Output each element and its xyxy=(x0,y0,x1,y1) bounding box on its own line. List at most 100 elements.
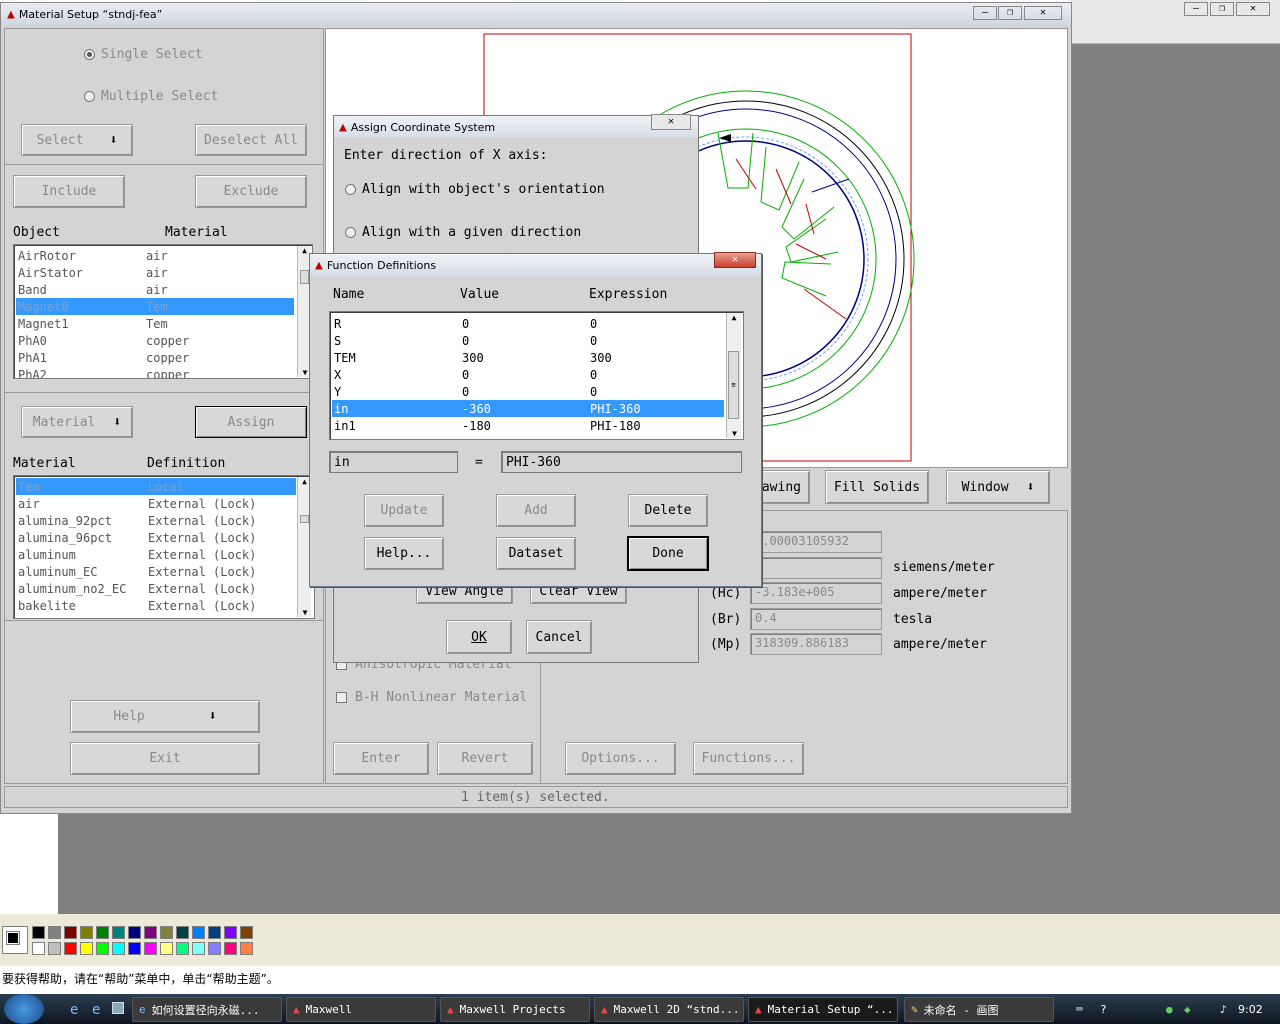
material-list-row[interactable]: aluminum_no2_EC External (Lock) xyxy=(16,580,296,597)
material-list-row[interactable]: bakelite External (Lock) xyxy=(16,597,296,614)
done-button[interactable]: Done xyxy=(627,536,709,571)
desktop-quicklaunch-icon[interactable] xyxy=(112,1002,124,1014)
assign-cs-close-icon[interactable]: ✕ xyxy=(651,114,691,130)
palette-swatch[interactable] xyxy=(192,942,205,955)
window-dropdown-button[interactable]: Window ⬇ xyxy=(946,470,1050,504)
minimize-icon[interactable]: — xyxy=(1184,2,1208,16)
material-list[interactable]: Tem Local air External (Lock) alumina_92pct E… xyxy=(13,475,315,619)
help-icon[interactable]: ? xyxy=(1100,1003,1107,1016)
palette-swatch[interactable] xyxy=(96,926,109,939)
main-minimize-icon[interactable]: — xyxy=(973,6,997,20)
palette-swatch[interactable] xyxy=(160,926,173,939)
taskbar-item[interactable]: ▲ Material Setup “... xyxy=(748,997,898,1022)
options-button[interactable]: Options... xyxy=(565,742,676,775)
function-row[interactable]: R 0 0 xyxy=(332,315,724,332)
ie2-quicklaunch-icon[interactable]: e xyxy=(92,1002,100,1018)
main-restore-icon[interactable]: ❐ xyxy=(998,6,1022,20)
close-icon[interactable]: ✕ xyxy=(1236,2,1270,16)
palette-swatch[interactable] xyxy=(144,926,157,939)
prop-value-br[interactable]: 0.4 xyxy=(750,608,882,630)
palette-swatch[interactable] xyxy=(224,926,237,939)
object-list-row[interactable]: PhA1 copper xyxy=(16,349,294,366)
palette-swatch[interactable] xyxy=(192,926,205,939)
add-button[interactable]: Add xyxy=(496,494,576,527)
material-list-row[interactable]: Tem Local xyxy=(16,478,296,495)
func-defs-close-icon[interactable]: ✕ xyxy=(714,252,756,268)
object-list-row[interactable]: Band air xyxy=(16,281,294,298)
function-name-input[interactable]: in xyxy=(329,451,458,473)
exit-button[interactable]: Exit xyxy=(70,742,260,775)
start-button[interactable] xyxy=(4,994,44,1024)
cancel-button[interactable]: Cancel xyxy=(526,620,592,654)
palette-swatch[interactable] xyxy=(64,926,77,939)
single-select-radio[interactable]: Single Select xyxy=(84,47,203,62)
object-list-row[interactable]: Magnet1 Tem xyxy=(16,315,294,332)
material-list-row[interactable]: air External (Lock) xyxy=(16,495,296,512)
palette-swatch[interactable] xyxy=(144,942,157,955)
multiple-select-radio[interactable]: Multiple Select xyxy=(84,89,218,104)
object-list[interactable]: AirRotor air AirStator air Band air Magnet0 Tem… xyxy=(13,244,313,379)
function-list-scrollbar[interactable]: ▲ ≡ ▼ xyxy=(726,313,741,438)
taskbar-item[interactable]: ✎ 未命名 - 画图 xyxy=(904,997,1054,1022)
update-button[interactable]: Update xyxy=(364,494,444,527)
palette-swatch[interactable] xyxy=(224,942,237,955)
function-row[interactable]: X 0 0 xyxy=(332,366,724,383)
delete-button[interactable]: Delete xyxy=(628,494,708,527)
prop-value-hc[interactable]: -3.183e+005 xyxy=(750,582,882,604)
material-dropdown-button[interactable]: Material ⬇ xyxy=(21,406,133,438)
function-expression-input[interactable]: PHI-360 xyxy=(501,451,742,473)
ie-quicklaunch-icon[interactable]: e xyxy=(70,1002,78,1018)
include-button[interactable]: Include xyxy=(13,175,125,208)
palette-swatch[interactable] xyxy=(128,942,141,955)
material-list-row[interactable]: aluminum_EC External (Lock) xyxy=(16,563,296,580)
material-list-row[interactable]: alumina_96pct External (Lock) xyxy=(16,529,296,546)
palette-swatch[interactable] xyxy=(80,926,93,939)
object-list-row[interactable]: Magnet0 Tem xyxy=(16,298,294,315)
palette-swatch[interactable] xyxy=(32,942,45,955)
prop-value-mp[interactable]: 318309.886183 xyxy=(750,633,882,655)
palette-swatch[interactable] xyxy=(48,942,61,955)
object-list-row[interactable]: PhA0 copper xyxy=(16,332,294,349)
prop-value-conductivity[interactable] xyxy=(750,557,882,579)
palette-swatch[interactable] xyxy=(48,926,61,939)
palette-swatch[interactable] xyxy=(208,926,221,939)
function-row[interactable]: S 0 0 xyxy=(332,332,724,349)
prop-value-permeability[interactable]: 1.00003105932 xyxy=(750,531,882,553)
function-list[interactable]: R 0 0 S 0 0 TEM 300 300 X 0 0 Y 0 0 in -360 PHI-360 in1 -18… xyxy=(329,311,744,440)
palette-swatch[interactable] xyxy=(96,942,109,955)
function-row[interactable]: Y 0 0 xyxy=(332,383,724,400)
volume-icon[interactable]: ♪ xyxy=(1220,1003,1227,1016)
function-row[interactable]: in -360 PHI-360 xyxy=(332,400,724,417)
bh-nonlinear-checkbox[interactable] xyxy=(336,692,347,703)
select-button[interactable]: Select ⬇ xyxy=(21,124,133,156)
function-row[interactable]: in1 -180 PHI-180 xyxy=(332,417,724,434)
palette-swatch[interactable] xyxy=(80,942,93,955)
restore-icon[interactable]: ❐ xyxy=(1210,2,1234,16)
function-row[interactable]: TEM 300 300 xyxy=(332,349,724,366)
align-object-radio[interactable]: Align with object's orientation xyxy=(345,182,605,197)
main-close-icon[interactable]: ✕ xyxy=(1024,6,1062,20)
help-dialog-button[interactable]: Help... xyxy=(364,537,444,570)
palette-swatch[interactable] xyxy=(240,926,253,939)
object-list-row[interactable]: PhA2 copper xyxy=(16,366,294,379)
palette-swatch[interactable] xyxy=(176,926,189,939)
object-list-row[interactable]: AirStator air xyxy=(16,264,294,281)
functions-button[interactable]: Functions... xyxy=(693,742,804,775)
palette-swatch[interactable] xyxy=(208,942,221,955)
palette-swatch[interactable] xyxy=(128,926,141,939)
help-button[interactable]: Help ⬇ xyxy=(70,700,260,733)
palette-swatch[interactable] xyxy=(112,942,125,955)
ok-button[interactable]: OK xyxy=(446,620,512,654)
taskbar-item[interactable]: ▲ Maxwell xyxy=(286,997,436,1022)
palette-swatch[interactable] xyxy=(112,926,125,939)
align-direction-radio[interactable]: Align with a given direction xyxy=(345,225,581,240)
shield-icon[interactable]: ◆ xyxy=(1184,1003,1191,1016)
palette-swatch[interactable] xyxy=(160,942,173,955)
dataset-button[interactable]: Dataset xyxy=(496,537,576,570)
taskbar-item[interactable]: ▲ Maxwell 2D “stnd... xyxy=(594,997,744,1022)
palette-swatch[interactable] xyxy=(176,942,189,955)
keyboard-icon[interactable]: ⌨ xyxy=(1076,1003,1083,1016)
taskbar-item[interactable]: e 如何设置径向永磁... xyxy=(132,997,282,1022)
material-list-row[interactable]: aluminum External (Lock) xyxy=(16,546,296,563)
object-list-row[interactable]: AirRotor air xyxy=(16,247,294,264)
